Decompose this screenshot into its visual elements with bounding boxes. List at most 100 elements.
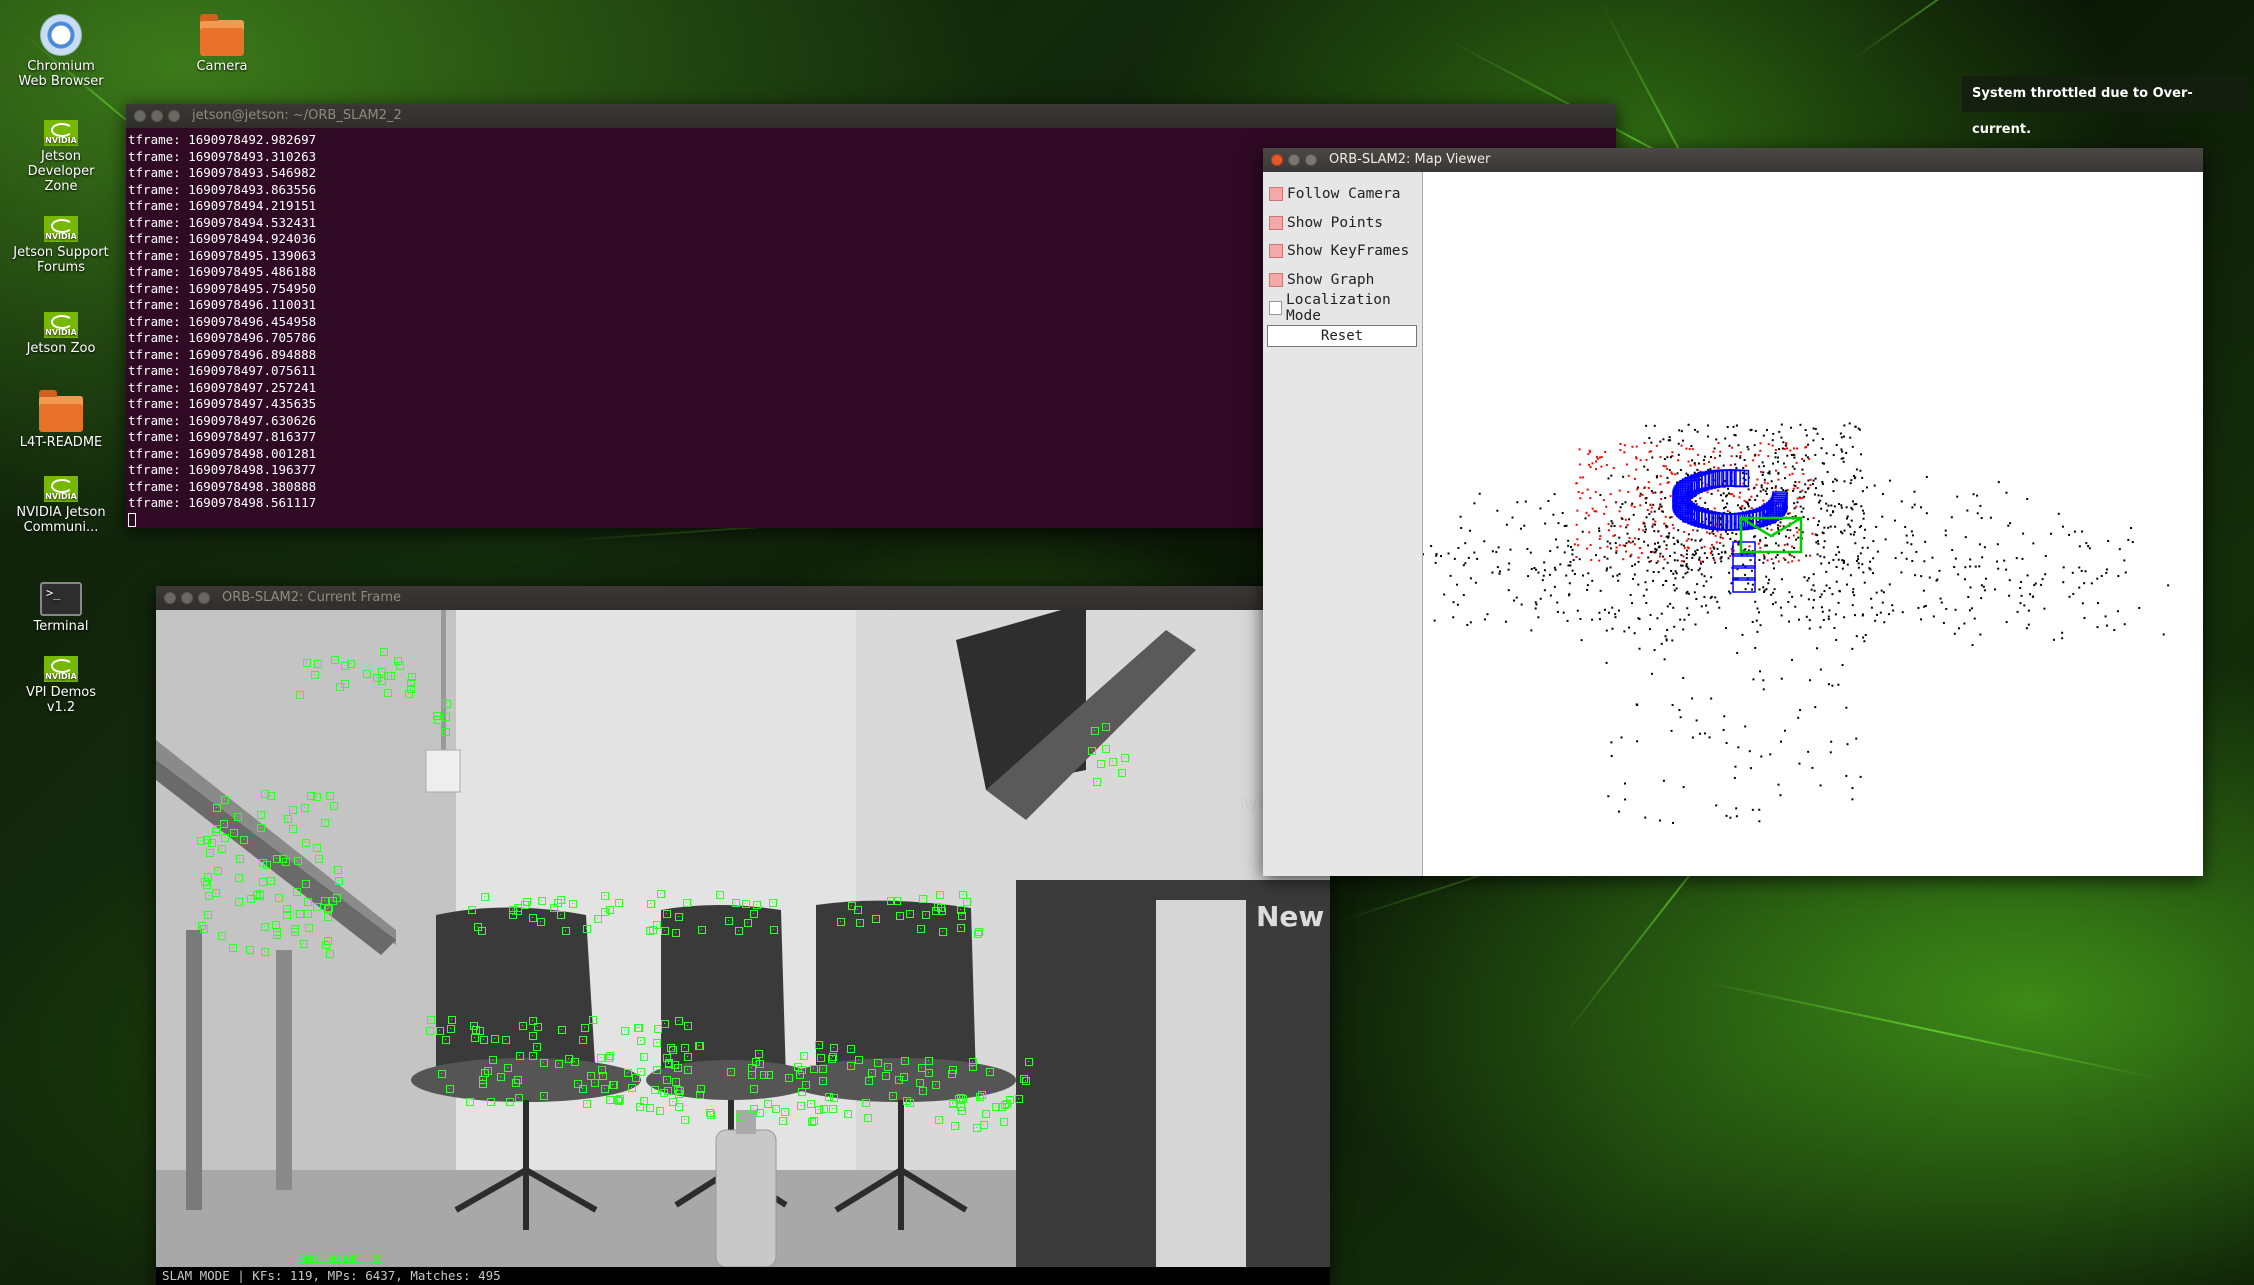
map-point: [1673, 542, 1676, 545]
map-point: [1842, 460, 1845, 463]
map-point: [2096, 577, 2099, 580]
keypoint-marker: [754, 1049, 763, 1058]
maximize-icon[interactable]: [1305, 154, 1317, 166]
map-point: [1653, 649, 1656, 652]
map-point: [1693, 591, 1696, 594]
keypoint-marker: [240, 836, 249, 845]
map-point: [1808, 627, 1811, 630]
map-point: [1906, 541, 1909, 544]
close-icon[interactable]: [134, 110, 146, 122]
keypoint-marker: [505, 1097, 514, 1106]
keypoint-marker: [672, 928, 681, 937]
option-show-keyframes[interactable]: Show KeyFrames: [1263, 237, 1422, 266]
map-point: [1726, 533, 1729, 536]
maximize-icon[interactable]: [168, 110, 180, 122]
local-map-point: [1670, 471, 1673, 474]
keypoint-marker: [293, 857, 302, 866]
map-point: [1978, 565, 1981, 568]
map-point: [1530, 629, 1533, 632]
maximize-icon[interactable]: [198, 592, 210, 604]
show-points-checkbox[interactable]: [1269, 215, 1283, 230]
option-follow-camera[interactable]: Follow Camera: [1263, 180, 1422, 209]
minimize-icon[interactable]: [181, 592, 193, 604]
map-point: [1851, 500, 1854, 503]
map-point: [1874, 619, 1877, 622]
local-map-point: [1796, 497, 1799, 500]
local-map-point: [1599, 535, 1602, 538]
keypoint-marker: [284, 815, 293, 824]
map-point: [1849, 533, 1852, 536]
local-map-point: [1639, 495, 1642, 498]
minimize-icon[interactable]: [151, 110, 163, 122]
localization-mode-checkbox[interactable]: [1269, 301, 1282, 316]
keypoint-marker: [435, 1027, 444, 1036]
map-point: [1637, 583, 1640, 586]
reset-button[interactable]: Reset: [1267, 324, 1417, 347]
current-frame-window[interactable]: ORB-SLAM2: Current Frame New SLAM MODE |…: [156, 586, 1330, 1285]
map-point: [2096, 626, 2099, 629]
desktop-icon-nvidia-jetson-community[interactable]: NVIDIA NVIDIA Jetson Communi...: [13, 476, 109, 535]
local-map-point: [1663, 558, 1666, 561]
map-point: [1683, 560, 1686, 563]
show-graph-checkbox[interactable]: [1269, 272, 1283, 287]
map-point: [1736, 652, 1739, 655]
desktop-icon-label: L4T-README: [19, 435, 103, 450]
local-map-point: [1743, 499, 1746, 502]
minimize-icon[interactable]: [1288, 154, 1300, 166]
map-point: [1765, 429, 1768, 432]
map-point: [1807, 443, 1810, 446]
chromium-icon: [40, 14, 82, 56]
keypoint-marker: [555, 1059, 564, 1068]
map-point: [1851, 591, 1854, 594]
local-map-point: [1783, 543, 1786, 546]
keypoint-marker: [615, 1096, 624, 1105]
local-map-point: [1599, 546, 1602, 549]
map-point: [1700, 562, 1703, 565]
keypoint-marker: [1001, 1100, 1010, 1109]
desktop-icon-chromium[interactable]: Chromium Web Browser: [13, 14, 109, 89]
desktop-icon-camera[interactable]: Camera: [174, 14, 270, 74]
close-icon[interactable]: [1271, 154, 1283, 166]
map-point: [1725, 741, 1728, 744]
map-point: [1649, 614, 1652, 617]
map-point: [1534, 607, 1537, 610]
map-point: [2009, 522, 2012, 525]
map-point: [1710, 550, 1713, 553]
map-point: [2019, 587, 2022, 590]
desktop-icon-jetson-zoo[interactable]: NVIDIA Jetson Zoo: [13, 312, 109, 356]
map-point: [1951, 548, 1954, 551]
desktop-icon-terminal[interactable]: >_ Terminal: [13, 582, 109, 634]
close-icon[interactable]: [164, 592, 176, 604]
desktop-icon-l4t-readme[interactable]: L4T-README: [13, 390, 109, 450]
desktop-icon-vpi-demos[interactable]: NVIDIA VPI Demos v1.2: [13, 656, 109, 715]
current-frame-titlebar[interactable]: ORB-SLAM2: Current Frame: [156, 586, 1330, 610]
keypoint-marker: [656, 890, 665, 899]
map-point: [1606, 557, 1609, 560]
local-map-point: [1652, 523, 1655, 526]
local-map-point: [1762, 554, 1765, 557]
option-show-graph[interactable]: Show Graph: [1263, 266, 1422, 295]
map-point: [1435, 554, 1438, 557]
map-point: [1486, 613, 1489, 616]
local-map-point: [1801, 496, 1804, 499]
follow-camera-checkbox[interactable]: [1269, 187, 1283, 202]
keypoint-marker: [922, 910, 931, 919]
map-point: [1660, 642, 1663, 645]
terminal-titlebar[interactable]: jetson@jetson: ~/ORB_SLAM2_2: [126, 104, 1616, 128]
map-3d-view[interactable]: [1423, 172, 2203, 876]
map-point: [1817, 542, 1820, 545]
map-viewer-titlebar[interactable]: ORB-SLAM2: Map Viewer: [1263, 148, 2203, 172]
desktop-icon-jetson-support-forums[interactable]: NVIDIA Jetson Support Forums: [13, 216, 109, 275]
option-localization-mode[interactable]: Localization Mode: [1263, 292, 1422, 324]
keypoint-marker: [895, 1076, 904, 1085]
map-viewer-window[interactable]: ORB-SLAM2: Map Viewer Follow Camera Show…: [1263, 148, 2203, 876]
show-keyframes-checkbox[interactable]: [1269, 244, 1283, 259]
option-show-points[interactable]: Show Points: [1263, 209, 1422, 238]
desktop-icon-jetson-developer-zone[interactable]: NVIDIA Jetson Developer Zone: [13, 120, 109, 194]
keypoint-marker: [303, 658, 312, 667]
map-point: [1632, 513, 1635, 516]
local-map-point: [1755, 483, 1758, 486]
map-point: [1784, 477, 1787, 480]
keypoint-marker: [383, 688, 392, 697]
map-point: [1980, 584, 1983, 587]
